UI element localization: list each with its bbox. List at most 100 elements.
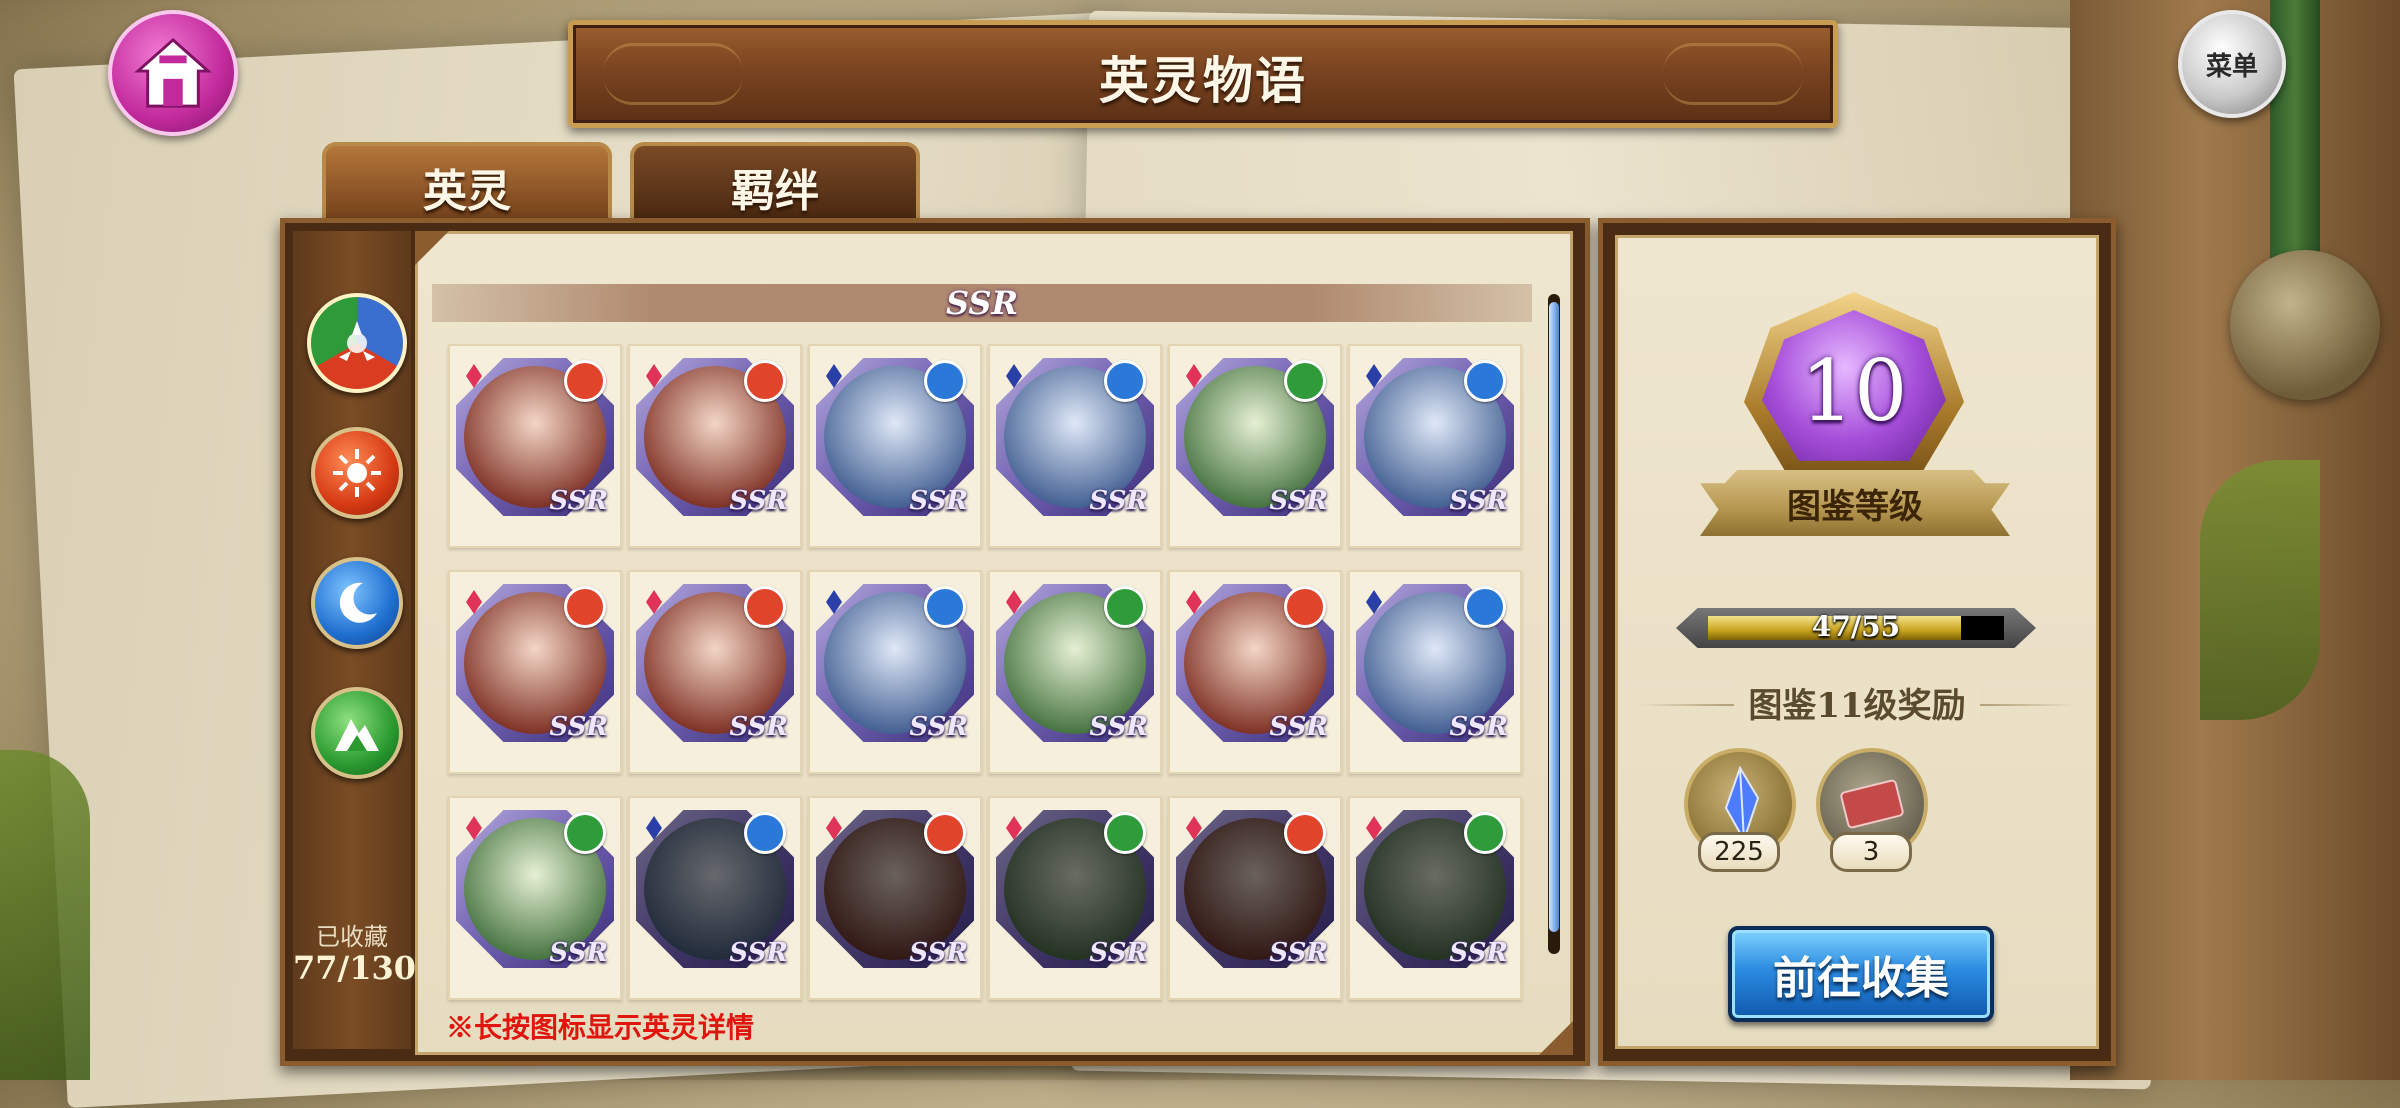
hero-card[interactable]: SSR bbox=[448, 796, 622, 1000]
ssr-tag: SSR bbox=[729, 938, 788, 968]
water-icon bbox=[924, 360, 966, 402]
reward-crystal-count: 225 bbox=[1698, 832, 1780, 872]
collected-label: 已收藏 bbox=[316, 923, 388, 951]
water-icon bbox=[744, 812, 786, 854]
wind-icon bbox=[1104, 586, 1146, 628]
home-icon bbox=[134, 37, 212, 108]
fire-icon bbox=[564, 586, 606, 628]
menu-button[interactable]: 菜单 bbox=[2178, 10, 2286, 118]
ssr-tag: SSR bbox=[549, 712, 608, 742]
water-icon bbox=[924, 586, 966, 628]
hero-card[interactable]: SSR bbox=[1168, 570, 1342, 774]
ssr-tag: SSR bbox=[1449, 712, 1508, 742]
panel-corner bbox=[415, 231, 449, 265]
title-banner: 英灵物语 bbox=[568, 20, 1838, 128]
wind-icon bbox=[1284, 360, 1326, 402]
background-globe bbox=[2230, 250, 2380, 400]
hero-card[interactable]: SSR bbox=[448, 344, 622, 548]
ssr-tag: SSR bbox=[1089, 712, 1148, 742]
background-leaf bbox=[0, 750, 90, 1080]
element-filter-sidebar: 已收藏 77/130 bbox=[293, 231, 417, 1049]
fire-icon bbox=[744, 586, 786, 628]
scrollbar-thumb[interactable] bbox=[1549, 302, 1559, 932]
ssr-tag: SSR bbox=[729, 712, 788, 742]
page-title: 英灵物语 bbox=[1099, 51, 1307, 110]
hero-grid: SSR ※长按图标显示英灵详情 SSR SSR SSR SSR SSR SSR SSR SSR… bbox=[415, 231, 1573, 1055]
fire-icon bbox=[1284, 586, 1326, 628]
hero-card[interactable]: SSR bbox=[988, 344, 1162, 548]
background-leaf bbox=[2200, 460, 2320, 720]
reward-title: 图鉴11级奖励 bbox=[1618, 678, 2096, 727]
ssr-tag: SSR bbox=[909, 712, 968, 742]
reward-ticket-count: 3 bbox=[1830, 832, 1912, 872]
hero-card[interactable]: SSR bbox=[1348, 570, 1522, 774]
panel-corner bbox=[1539, 1021, 1573, 1055]
ssr-tag: SSR bbox=[1089, 938, 1148, 968]
go-collect-label: 前往收集 bbox=[1773, 953, 1949, 1004]
wind-icon bbox=[1104, 812, 1146, 854]
ssr-tag: SSR bbox=[1269, 486, 1328, 516]
tab-heroes-label: 英灵 bbox=[423, 166, 511, 217]
tab-heroes[interactable]: 英灵 bbox=[322, 142, 612, 228]
scrollbar[interactable] bbox=[1548, 294, 1560, 954]
filter-fire-button[interactable] bbox=[311, 427, 403, 519]
codex-panel: 10 图鉴等级 47/55 图鉴11级奖励 225 3 前往收集 bbox=[1598, 218, 2116, 1066]
filter-water-button[interactable] bbox=[311, 557, 403, 649]
ssr-tag: SSR bbox=[549, 486, 608, 516]
hero-card[interactable]: SSR bbox=[808, 570, 982, 774]
ssr-tag: SSR bbox=[1449, 486, 1508, 516]
codex-progress-bar: 47/55 bbox=[1676, 608, 2036, 648]
codex-panel-inner: 10 图鉴等级 47/55 图鉴11级奖励 225 3 前往收集 bbox=[1615, 235, 2099, 1049]
wind-icon bbox=[1464, 812, 1506, 854]
ssr-tag: SSR bbox=[1089, 486, 1148, 516]
progress-text: 47/55 bbox=[1811, 610, 1901, 643]
codex-level-ribbon: 图鉴等级 bbox=[1700, 470, 2010, 536]
menu-label: 菜单 bbox=[2205, 51, 2258, 82]
hero-collection-panel: 已收藏 77/130 SSR ※长按图标显示英灵详情 SSR SSR SSR SSR S… bbox=[280, 218, 1590, 1066]
rarity-header: SSR bbox=[432, 284, 1532, 322]
fire-icon bbox=[333, 449, 381, 497]
filter-wind-button[interactable] bbox=[311, 687, 403, 779]
all-elements-icon bbox=[339, 321, 375, 361]
hero-card[interactable]: SSR bbox=[1168, 344, 1342, 548]
reward-title-label: 图鉴11级奖励 bbox=[1734, 686, 1980, 726]
long-press-hint: ※长按图标显示英灵详情 bbox=[446, 1011, 755, 1044]
hero-card[interactable]: SSR bbox=[628, 570, 802, 774]
hero-card[interactable]: SSR bbox=[1348, 344, 1522, 548]
rarity-header-label: SSR bbox=[945, 284, 1019, 322]
water-icon bbox=[1464, 360, 1506, 402]
ssr-tag: SSR bbox=[1449, 938, 1508, 968]
hero-card[interactable]: SSR bbox=[988, 570, 1162, 774]
ssr-tag: SSR bbox=[1269, 938, 1328, 968]
codex-level-gem: 10 bbox=[1744, 292, 1964, 492]
tab-bonds-label: 羁绊 bbox=[731, 166, 819, 217]
hero-card[interactable]: SSR bbox=[808, 344, 982, 548]
ssr-tag: SSR bbox=[909, 938, 968, 968]
collected-count: 77/130 bbox=[293, 949, 417, 987]
codex-level-label: 图鉴等级 bbox=[1787, 486, 1923, 527]
filter-all-button[interactable] bbox=[307, 293, 407, 393]
codex-level: 10 bbox=[1800, 342, 1908, 440]
hero-card[interactable]: SSR bbox=[808, 796, 982, 1000]
water-icon bbox=[339, 582, 377, 623]
ssr-tag: SSR bbox=[1269, 712, 1328, 742]
fire-icon bbox=[564, 360, 606, 402]
fire-icon bbox=[744, 360, 786, 402]
ssr-tag: SSR bbox=[549, 938, 608, 968]
water-icon bbox=[1104, 360, 1146, 402]
hero-card[interactable]: SSR bbox=[628, 796, 802, 1000]
tab-bonds[interactable]: 羁绊 bbox=[630, 142, 920, 228]
ssr-tag: SSR bbox=[909, 486, 968, 516]
hero-card[interactable]: SSR bbox=[628, 344, 802, 548]
fire-icon bbox=[1284, 812, 1326, 854]
ssr-tag: SSR bbox=[729, 486, 788, 516]
go-collect-button[interactable]: 前往收集 bbox=[1728, 926, 1994, 1022]
wind-icon bbox=[335, 719, 379, 751]
wind-icon bbox=[564, 812, 606, 854]
hero-card[interactable]: SSR bbox=[448, 570, 622, 774]
hero-card[interactable]: SSR bbox=[988, 796, 1162, 1000]
fire-icon bbox=[924, 812, 966, 854]
home-button[interactable] bbox=[108, 10, 238, 136]
hero-card[interactable]: SSR bbox=[1168, 796, 1342, 1000]
hero-card[interactable]: SSR bbox=[1348, 796, 1522, 1000]
